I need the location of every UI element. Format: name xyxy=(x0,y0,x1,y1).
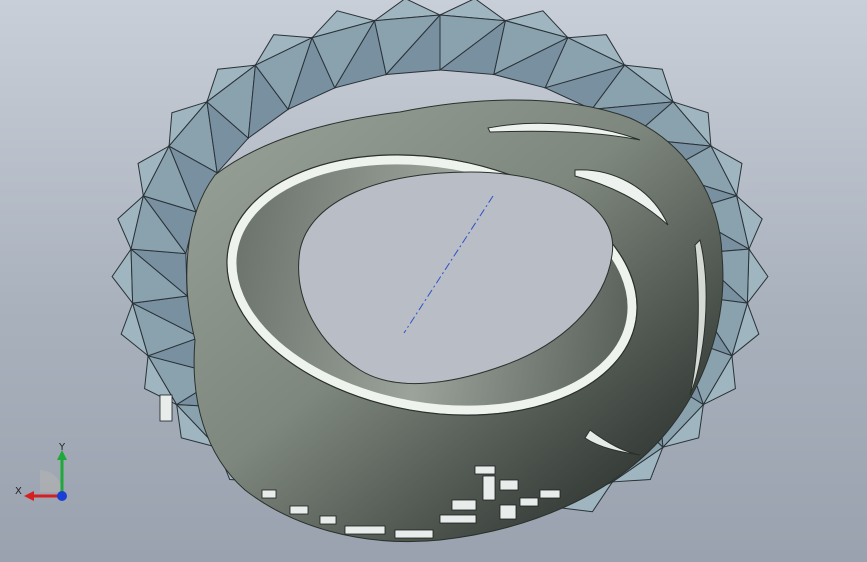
coordinate-triad[interactable]: Y X xyxy=(14,440,84,510)
shell-facet xyxy=(746,247,769,305)
x-axis-label: X xyxy=(15,486,22,497)
triad-graphic xyxy=(24,450,67,501)
triad-plane-shading xyxy=(40,470,62,492)
y-axis-label: Y xyxy=(59,442,66,453)
graphics-viewport[interactable]: Y X xyxy=(0,0,867,562)
ring-model[interactable] xyxy=(0,0,867,562)
z-axis-indicator xyxy=(57,491,67,501)
shell-facet xyxy=(111,247,134,305)
x-axis-arrowhead xyxy=(24,491,34,501)
